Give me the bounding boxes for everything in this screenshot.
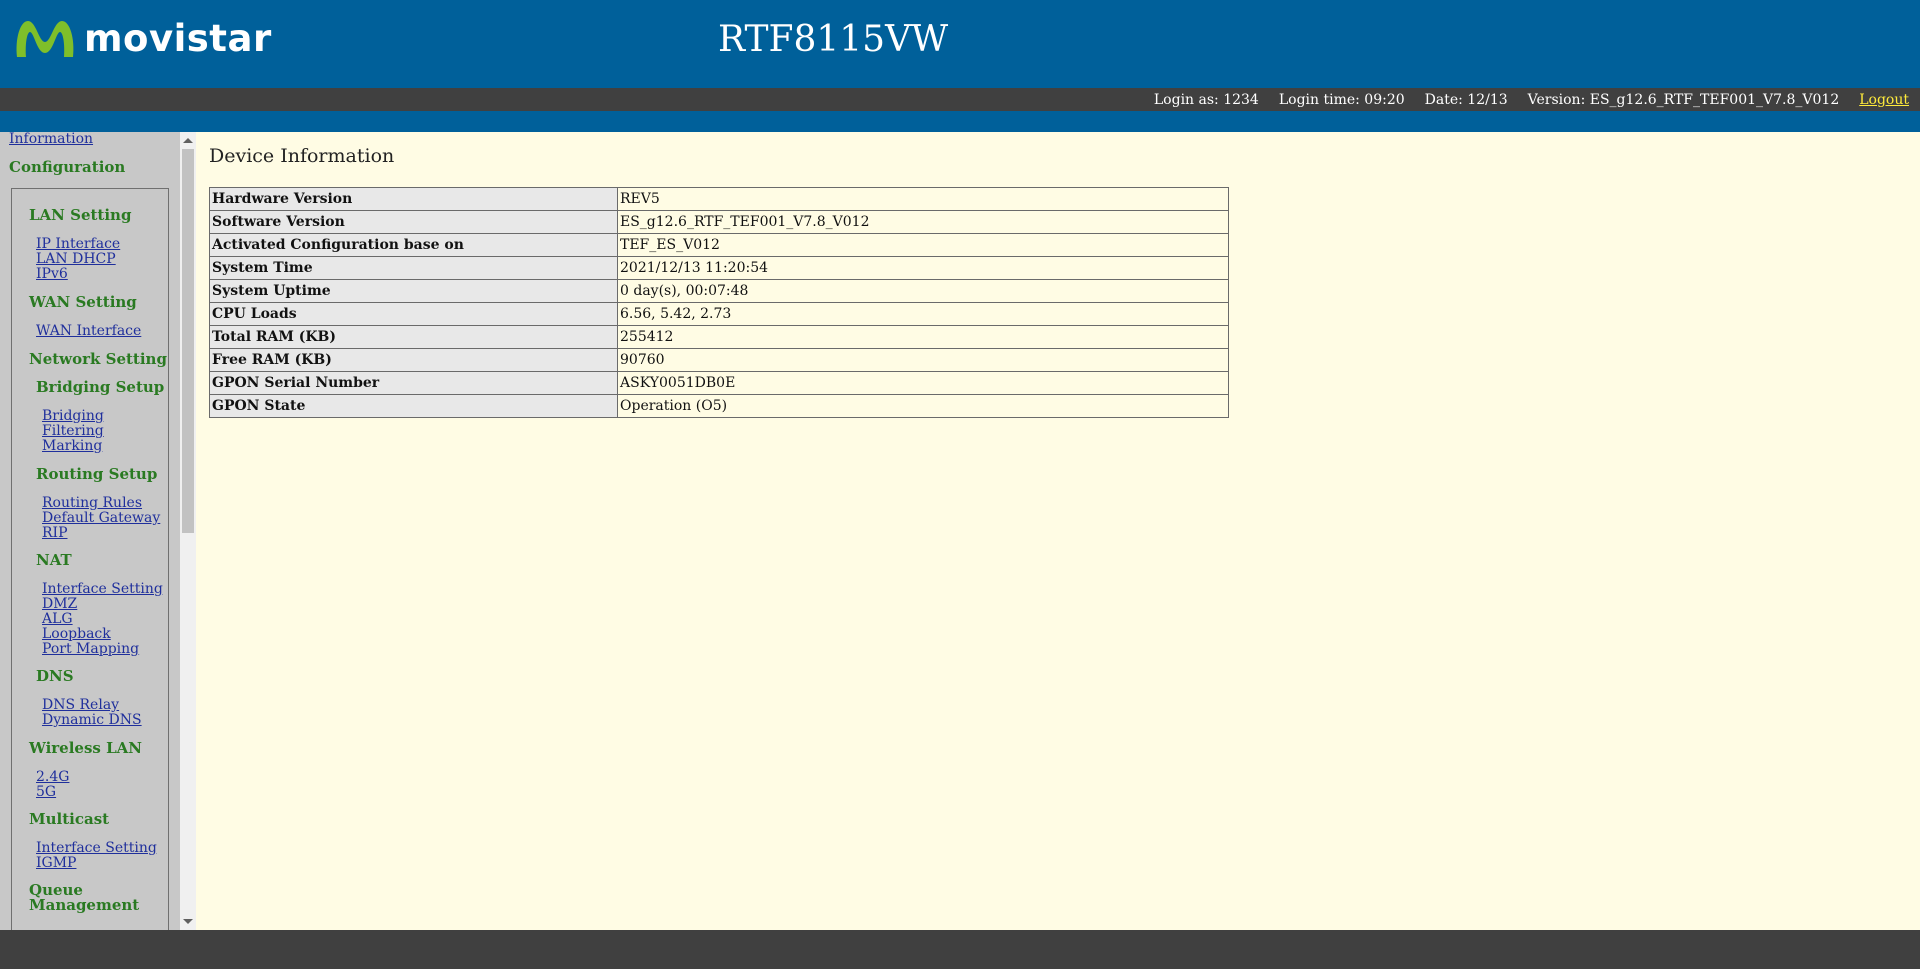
row-value: 90760 [617, 348, 1229, 372]
current-date: Date: 12/13 [1424, 91, 1508, 108]
table-row: Hardware Version REV5 [209, 187, 1229, 211]
header: movistar RTF8115VW [0, 0, 1920, 88]
row-label: Total RAM (KB) [209, 325, 618, 349]
row-label: Activated Configuration base on [209, 233, 618, 257]
firmware-version: Version: ES_g12.6_RTF_TEF001_V7.8_V012 [1527, 91, 1840, 108]
row-value: ASKY0051DB0E [617, 371, 1229, 395]
menu-link-filtering[interactable]: Filtering [42, 424, 104, 439]
row-value: Operation (O5) [617, 394, 1229, 418]
login-time: Login time: 09:20 [1278, 91, 1405, 108]
menu-heading-wireless-lan[interactable]: Wireless LAN [29, 741, 142, 756]
row-value: 255412 [617, 325, 1229, 349]
menu-link-dmz[interactable]: DMZ [42, 597, 163, 612]
menu-link-lan-dhcp[interactable]: LAN DHCP [36, 252, 120, 267]
row-label: System Uptime [209, 279, 618, 303]
menu-link-default-gateway[interactable]: Default Gateway [42, 511, 160, 526]
menu-link-wlan-2-4g[interactable]: 2.4G [36, 770, 69, 785]
row-label: Software Version [209, 210, 618, 234]
menu-link-port-mapping[interactable]: Port Mapping [42, 642, 163, 657]
menu-link-loopback[interactable]: Loopback [42, 627, 163, 642]
sidebar-link-information[interactable]: Information [9, 132, 93, 147]
scrollbar-thumb[interactable] [182, 149, 194, 533]
footer-bar [0, 930, 1920, 969]
row-value: ES_g12.6_RTF_TEF001_V7.8_V012 [617, 210, 1229, 234]
sidebar-scrollbar[interactable] [180, 132, 196, 930]
menu-heading-lan-setting[interactable]: LAN Setting [29, 208, 131, 223]
model-title: RTF8115VW [718, 19, 949, 60]
menu-link-ipv6[interactable]: IPv6 [36, 267, 120, 282]
menu-link-dns-relay[interactable]: DNS Relay [42, 698, 142, 713]
menu-link-routing-rules[interactable]: Routing Rules [42, 496, 160, 511]
menu-link-nat-interface-setting[interactable]: Interface Setting [42, 582, 163, 597]
menu-link-marking[interactable]: Marking [42, 439, 104, 454]
header-strip [0, 111, 1920, 132]
row-label: Free RAM (KB) [209, 348, 618, 372]
menu-heading-dns[interactable]: DNS [36, 669, 74, 684]
menu-link-rip[interactable]: RIP [42, 526, 160, 541]
menu-link-wan-interface[interactable]: WAN Interface [36, 324, 141, 339]
logout-link[interactable]: Logout [1859, 92, 1909, 108]
table-row: GPON Serial Number ASKY0051DB0E [209, 371, 1229, 395]
status-bar: Login as: 1234 Login time: 09:20 Date: 1… [0, 88, 1920, 111]
table-row: Activated Configuration base on TEF_ES_V0… [209, 233, 1229, 257]
table-row: System Time 2021/12/13 11:20:54 [209, 256, 1229, 280]
sidebar-section-configuration: Configuration [9, 158, 126, 176]
row-label: GPON State [209, 394, 618, 418]
row-value: 0 day(s), 00:07:48 [617, 279, 1229, 303]
menu-link-igmp[interactable]: IGMP [36, 856, 157, 871]
movistar-m-logo-icon [16, 21, 74, 57]
menu-link-dynamic-dns[interactable]: Dynamic DNS [42, 713, 142, 728]
menu-heading-routing-setup[interactable]: Routing Setup [36, 467, 157, 482]
row-label: GPON Serial Number [209, 371, 618, 395]
row-label: CPU Loads [209, 302, 618, 326]
menu-link-wlan-5g[interactable]: 5G [36, 785, 69, 800]
menu-heading-wan-setting[interactable]: WAN Setting [29, 295, 137, 310]
menu-link-bridging[interactable]: Bridging [42, 409, 104, 424]
menu-heading-bridging-setup[interactable]: Bridging Setup [36, 380, 164, 395]
logo: movistar [14, 14, 272, 62]
main-content: Device Information Hardware Version REV5 … [196, 132, 1920, 930]
table-row: CPU Loads 6.56, 5.42, 2.73 [209, 302, 1229, 326]
table-row: Software Version ES_g12.6_RTF_TEF001_V7.8… [209, 210, 1229, 234]
row-value: REV5 [617, 187, 1229, 211]
menu-heading-queue-management[interactable]: Queue Management [29, 883, 139, 913]
row-value: TEF_ES_V012 [617, 233, 1229, 257]
page-title: Device Information [209, 145, 395, 167]
menu-heading-multicast[interactable]: Multicast [29, 812, 109, 827]
row-label: System Time [209, 256, 618, 280]
menu-heading-network-setting[interactable]: Network Setting [29, 352, 167, 367]
table-row: Free RAM (KB) 90760 [209, 348, 1229, 372]
table-row: Total RAM (KB) 255412 [209, 325, 1229, 349]
row-value: 6.56, 5.42, 2.73 [617, 302, 1229, 326]
table-row: GPON State Operation (O5) [209, 394, 1229, 418]
brand-name: movistar [84, 16, 272, 60]
scroll-down-icon[interactable] [183, 919, 193, 924]
login-as: Login as: 1234 [1153, 91, 1259, 108]
row-label: Hardware Version [209, 187, 618, 211]
menu-link-ip-interface[interactable]: IP Interface [36, 237, 120, 252]
menu-link-multicast-interface-setting[interactable]: Interface Setting [36, 841, 157, 856]
row-value: 2021/12/13 11:20:54 [617, 256, 1229, 280]
menu-heading-nat[interactable]: NAT [36, 553, 72, 568]
sidebar: Information Configuration LAN Setting IP… [0, 132, 180, 930]
scroll-up-icon[interactable] [183, 138, 193, 143]
device-info-table: Hardware Version REV5 Software Version ES_… [209, 187, 1229, 418]
table-row: System Uptime 0 day(s), 00:07:48 [209, 279, 1229, 303]
menu-link-alg[interactable]: ALG [42, 612, 163, 627]
